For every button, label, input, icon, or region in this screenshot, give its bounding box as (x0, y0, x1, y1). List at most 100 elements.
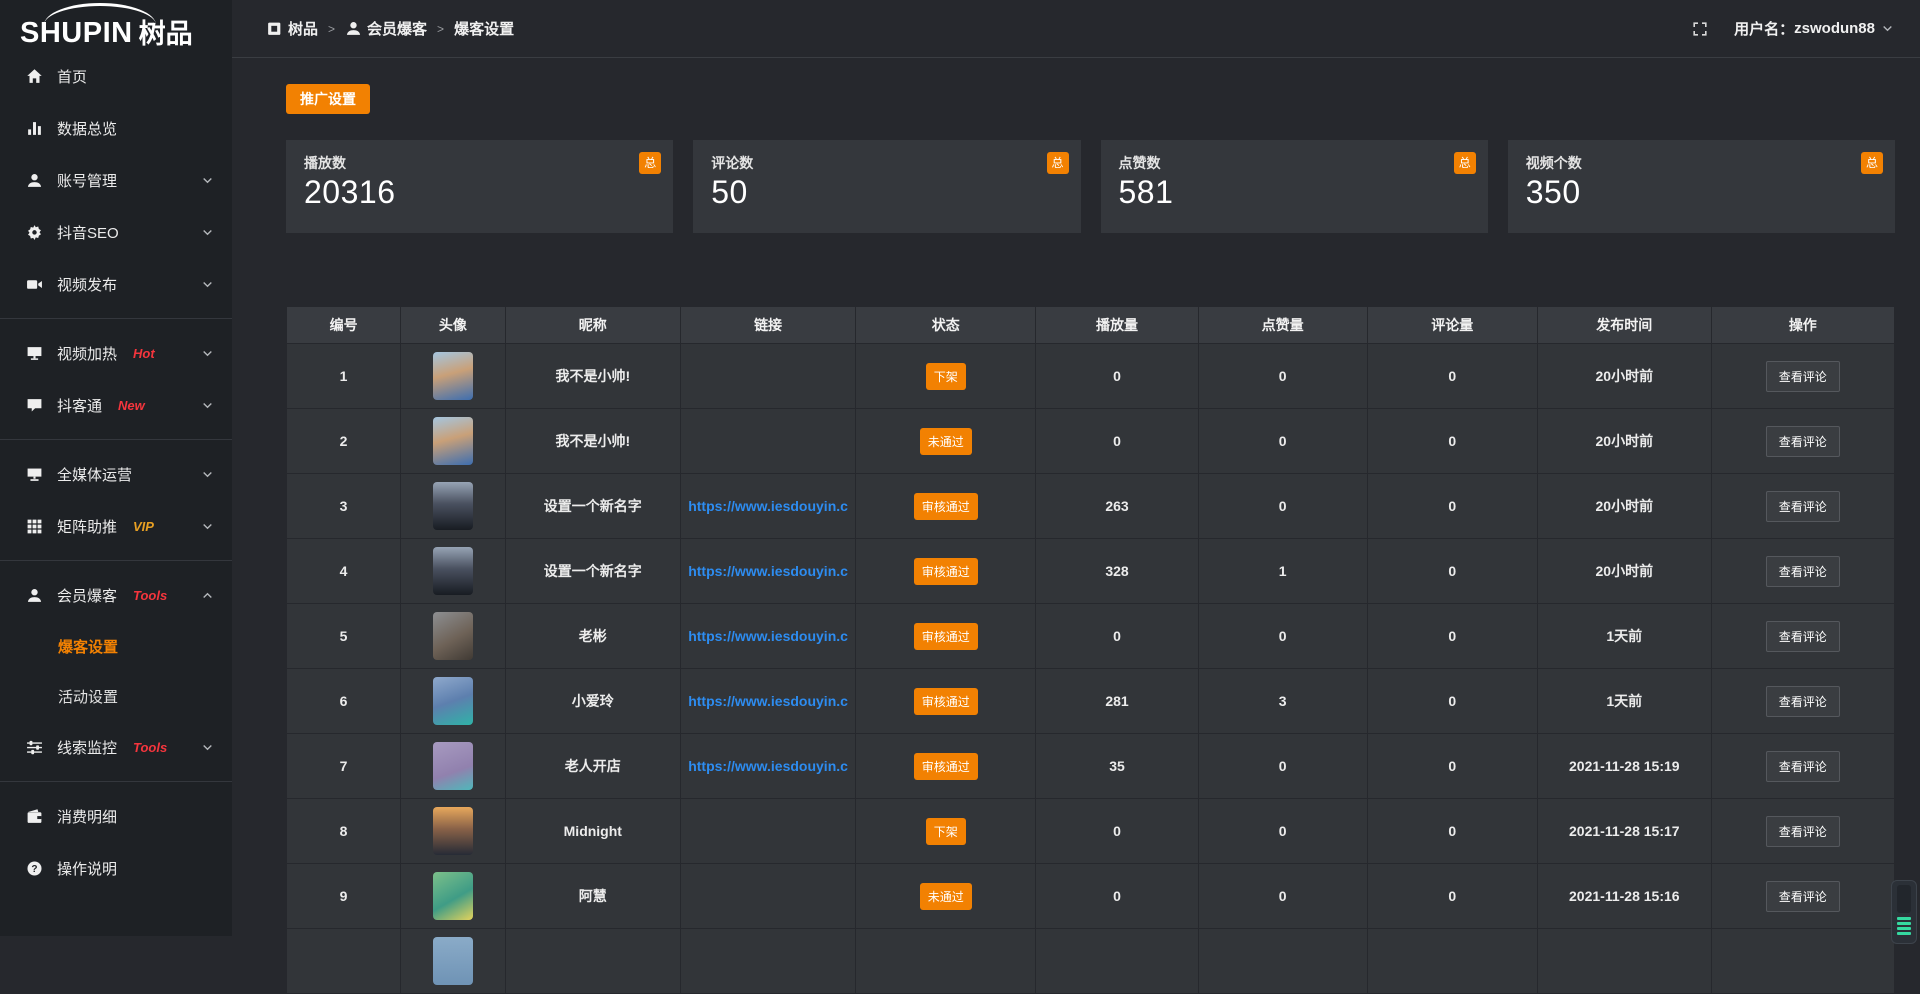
cell-action: 查看评论 (1711, 864, 1894, 929)
sidebar-item-消费明细[interactable]: 消费明细 (0, 790, 232, 842)
avatar (433, 872, 473, 920)
view-comments-button[interactable]: 查看评论 (1766, 816, 1840, 847)
sidebar-item-抖音SEO[interactable]: 抖音SEO (0, 206, 232, 258)
sidebar-item-badge: VIP (133, 519, 154, 534)
view-comments-button[interactable]: 查看评论 (1766, 881, 1840, 912)
sidebar-item-首页[interactable]: 首页 (0, 50, 232, 102)
cell-plays: 281 (1036, 669, 1198, 734)
sidebar-subitem-爆客设置[interactable]: 爆客设置 (0, 621, 232, 671)
menu-divider (0, 781, 232, 782)
cell-nickname: 老人开店 (505, 734, 680, 799)
cell-comments: 0 (1367, 539, 1537, 604)
view-comments-button[interactable]: 查看评论 (1766, 751, 1840, 782)
chevron-down-icon (201, 399, 214, 412)
promo-settings-button[interactable]: 推广设置 (286, 84, 370, 114)
topbar: 树品>会员爆客>爆客设置 用户名：zswodun88 (232, 0, 1920, 58)
sidebar-item-badge: Tools (133, 588, 167, 603)
cell-nickname: 我不是小帅! (505, 344, 680, 409)
cell-link (680, 409, 855, 474)
cell-action: 查看评论 (1711, 604, 1894, 669)
cell-action (1711, 929, 1894, 994)
cell-status: 审核通过 (856, 539, 1036, 604)
video-table: 编号头像昵称链接状态播放量点赞量评论量发布时间操作 1我不是小帅!下架00020… (286, 306, 1895, 994)
cell-plays: 0 (1036, 799, 1198, 864)
cell-status: 未通过 (856, 409, 1036, 474)
stat-card-视频个数: 视频个数350总 (1508, 140, 1895, 233)
cell-id: 4 (287, 539, 401, 604)
breadcrumb-item[interactable]: 会员爆客 (345, 18, 427, 39)
video-link[interactable]: https://www.iesdouyin.c (688, 563, 848, 579)
cell-id: 5 (287, 604, 401, 669)
sidebar-item-badge: Hot (133, 346, 155, 361)
fullscreen-icon[interactable] (1692, 21, 1708, 37)
cell-link: https://www.iesdouyin.c (680, 669, 855, 734)
view-comments-button[interactable]: 查看评论 (1766, 426, 1840, 457)
cell-action: 查看评论 (1711, 734, 1894, 799)
sidebar-item-账号管理[interactable]: 账号管理 (0, 154, 232, 206)
breadcrumb-item[interactable]: 爆客设置 (454, 18, 514, 39)
cell-nickname: 阿慧 (505, 864, 680, 929)
logo-arc (44, 3, 156, 25)
stat-value: 50 (711, 174, 1062, 211)
column-header-编号: 编号 (287, 307, 401, 344)
sidebar-item-badge: Tools (133, 740, 167, 755)
sidebar-item-视频加热[interactable]: 视频加热Hot (0, 327, 232, 379)
cell-link: https://www.iesdouyin.c (680, 734, 855, 799)
sidebar-item-数据总览[interactable]: 数据总览 (0, 102, 232, 154)
cell-plays: 0 (1036, 864, 1198, 929)
sidebar-item-矩阵助推[interactable]: 矩阵助推 VIP (0, 500, 232, 552)
cell-comments: 0 (1367, 864, 1537, 929)
table-row: 5老彬https://www.iesdouyin.c审核通过0001天前查看评论 (287, 604, 1895, 669)
chevron-down-icon (201, 174, 214, 187)
sidebar-item-线索监控[interactable]: 线索监控Tools (0, 721, 232, 773)
breadcrumb-item[interactable]: 树品 (266, 18, 318, 39)
cell-comments: 0 (1367, 799, 1537, 864)
user-menu[interactable]: 用户名：zswodun88 (1734, 18, 1894, 39)
cell-avatar (401, 734, 506, 799)
sidebar-item-全媒体运营[interactable]: 全媒体运营 (0, 448, 232, 500)
cell-avatar (401, 474, 506, 539)
cell-likes: 0 (1198, 474, 1367, 539)
menu-divider (0, 560, 232, 561)
video-link[interactable]: https://www.iesdouyin.c (688, 628, 848, 644)
view-comments-button[interactable]: 查看评论 (1766, 621, 1840, 652)
cell-id: 3 (287, 474, 401, 539)
cell-action: 查看评论 (1711, 409, 1894, 474)
column-header-昵称: 昵称 (505, 307, 680, 344)
sidebar-subitem-活动设置[interactable]: 活动设置 (0, 671, 232, 721)
video-link[interactable]: https://www.iesdouyin.c (688, 758, 848, 774)
breadcrumb-label: 树品 (288, 18, 318, 39)
cell-id (287, 929, 401, 994)
avatar (433, 352, 473, 400)
scroll-widget[interactable] (1891, 880, 1917, 944)
view-comments-button[interactable]: 查看评论 (1766, 361, 1840, 392)
video-link[interactable]: https://www.iesdouyin.c (688, 693, 848, 709)
sidebar-item-抖客通[interactable]: 抖客通New (0, 379, 232, 431)
sidebar-item-操作说明[interactable]: ?操作说明 (0, 842, 232, 894)
sidebar-item-label: 首页 (57, 66, 87, 87)
cell-action: 查看评论 (1711, 799, 1894, 864)
status-badge: 下架 (926, 818, 966, 845)
view-comments-button[interactable]: 查看评论 (1766, 491, 1840, 522)
cell-nickname: 小爱玲 (505, 669, 680, 734)
view-comments-button[interactable]: 查看评论 (1766, 556, 1840, 587)
stat-label: 播放数 (304, 153, 655, 173)
cell-time: 1天前 (1537, 669, 1711, 734)
username-label: 用户名： (1734, 18, 1794, 39)
avatar (433, 937, 473, 985)
sidebar-item-会员爆客[interactable]: 会员爆客Tools (0, 569, 232, 621)
cell-plays: 0 (1036, 344, 1198, 409)
main-content: 推广设置 播放数20316总评论数50总点赞数581总视频个数350总 编号头像… (232, 58, 1920, 936)
sidebar-item-视频发布[interactable]: 视频发布 (0, 258, 232, 310)
view-comments-button[interactable]: 查看评论 (1766, 686, 1840, 717)
brand-logo[interactable]: SHUPIN 树品 (0, 0, 232, 50)
cell-likes (1198, 929, 1367, 994)
column-header-评论量: 评论量 (1367, 307, 1537, 344)
status-badge: 未通过 (920, 883, 972, 910)
video-link[interactable]: https://www.iesdouyin.c (688, 498, 848, 514)
cell-action: 查看评论 (1711, 344, 1894, 409)
avatar (433, 612, 473, 660)
sidebar-item-label: 矩阵助推 (57, 516, 117, 537)
cell-nickname: Midnight (505, 799, 680, 864)
cell-plays: 0 (1036, 604, 1198, 669)
